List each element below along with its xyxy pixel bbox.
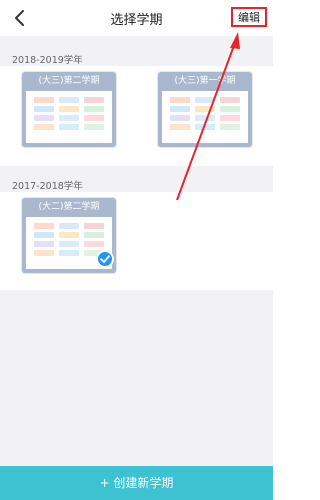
section-year-title: 2017-2018学年	[12, 181, 83, 192]
timetable-thumbnail	[34, 97, 104, 133]
term-card-title: (大三)第一学期	[158, 72, 252, 91]
term-card[interactable]: (大三)第二学期	[22, 72, 116, 147]
section-year-title: 2018-2019学年	[12, 55, 83, 66]
timetable-thumbnail	[34, 223, 104, 259]
create-term-button[interactable]: + 创建新学期	[0, 466, 273, 500]
term-card-body	[22, 91, 116, 147]
edit-button[interactable]: 编辑	[233, 9, 265, 25]
term-card-title: (大二)第二学期	[22, 198, 116, 217]
selected-check-icon	[96, 250, 114, 268]
screen: 选择学期 编辑 2018-2019学年 (大三)第二学期 (大三)第一学期 20…	[0, 0, 273, 500]
term-card-body	[158, 91, 252, 147]
content-area: 2018-2019学年 (大三)第二学期 (大三)第一学期 2017-2018学…	[0, 36, 273, 500]
term-card-title: (大三)第二学期	[22, 72, 116, 91]
timetable-thumbnail	[170, 97, 240, 133]
header-bar: 选择学期 编辑	[0, 0, 273, 36]
term-card[interactable]: (大三)第一学期	[158, 72, 252, 147]
